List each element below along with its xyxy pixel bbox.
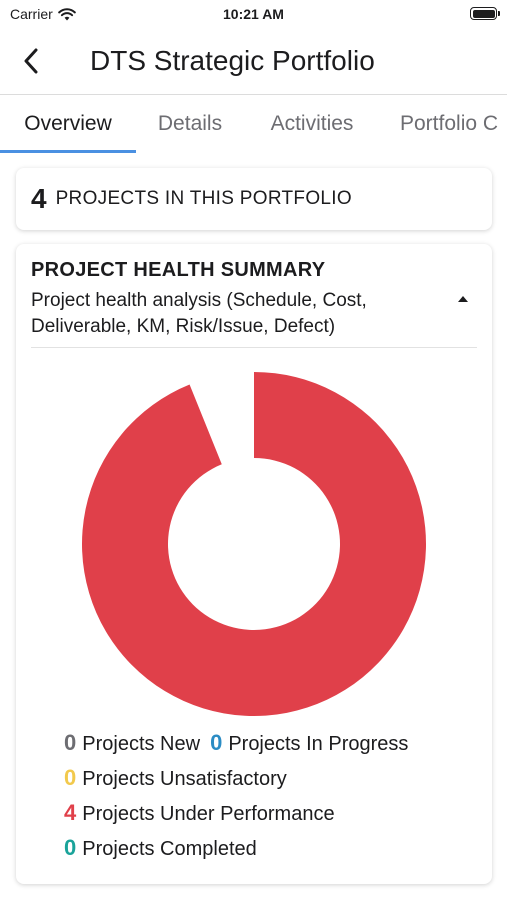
legend-row: 0 Projects New 0 Projects In Progress (64, 730, 408, 756)
chevron-left-icon (24, 48, 38, 74)
status-bar: Carrier 10:21 AM (0, 0, 507, 30)
legend-count-in-progress: 0 (210, 730, 223, 755)
legend-item-in-progress: 0 Projects In Progress (210, 730, 408, 756)
navigation-bar: DTS Strategic Portfolio (0, 30, 507, 94)
tab-details[interactable]: Details (148, 95, 232, 153)
active-tab-indicator (0, 150, 136, 153)
tab-portfolio[interactable]: Portfolio C (388, 95, 507, 153)
legend-count-unsatisfactory: 0 (64, 765, 77, 790)
legend-row: 4 Projects Under Performance (64, 800, 335, 826)
status-time: 10:21 AM (223, 6, 284, 22)
legend-row: 0 Projects Completed (64, 835, 257, 861)
legend-count-under-performance: 4 (64, 800, 77, 825)
tab-activities[interactable]: Activities (258, 95, 366, 153)
tab-bar: Overview Details Activities Portfolio C (0, 94, 507, 153)
tab-overview[interactable]: Overview (0, 95, 136, 153)
page-title: DTS Strategic Portfolio (90, 45, 375, 76)
legend-item-new: 0 Projects New (64, 730, 200, 756)
project-count-card: 4 PROJECTS IN THIS PORTFOLIO (16, 168, 492, 230)
legend-item-completed: 0 Projects Completed (64, 835, 257, 861)
legend-label-completed: Projects Completed (82, 838, 257, 860)
health-donut-chart (82, 372, 427, 716)
donut-slice-projects-under-performance[interactable] (82, 372, 427, 716)
legend-count-new: 0 (64, 730, 77, 755)
project-count: 4 (31, 183, 47, 214)
battery-icon (470, 7, 500, 20)
legend-item-unsatisfactory: 0 Projects Unsatisfactory (64, 765, 287, 791)
legend-label-under-performance: Projects Under Performance (82, 803, 335, 825)
project-health-card: PROJECT HEALTH SUMMARY Project health an… (16, 244, 492, 884)
legend-label-in-progress: Projects In Progress (228, 733, 409, 755)
project-count-label: PROJECTS IN THIS PORTFOLIO (55, 188, 352, 209)
legend-count-completed: 0 (64, 835, 77, 860)
legend-row: 0 Projects Unsatisfactory (64, 765, 287, 791)
legend-label-unsatisfactory: Projects Unsatisfactory (82, 768, 287, 790)
legend-item-under-performance: 4 Projects Under Performance (64, 800, 335, 826)
legend-label-new: Projects New (82, 733, 201, 755)
back-button[interactable] (14, 44, 48, 78)
